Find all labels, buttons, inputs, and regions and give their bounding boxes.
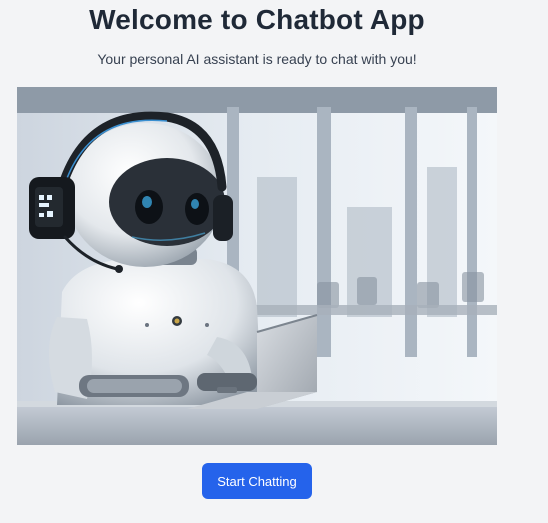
page-subtitle: Your personal AI assistant is ready to c… (97, 51, 417, 67)
hero-image (17, 87, 497, 445)
page-title: Welcome to Chatbot App (89, 4, 425, 35)
start-chatting-button[interactable]: Start Chatting (202, 463, 312, 499)
